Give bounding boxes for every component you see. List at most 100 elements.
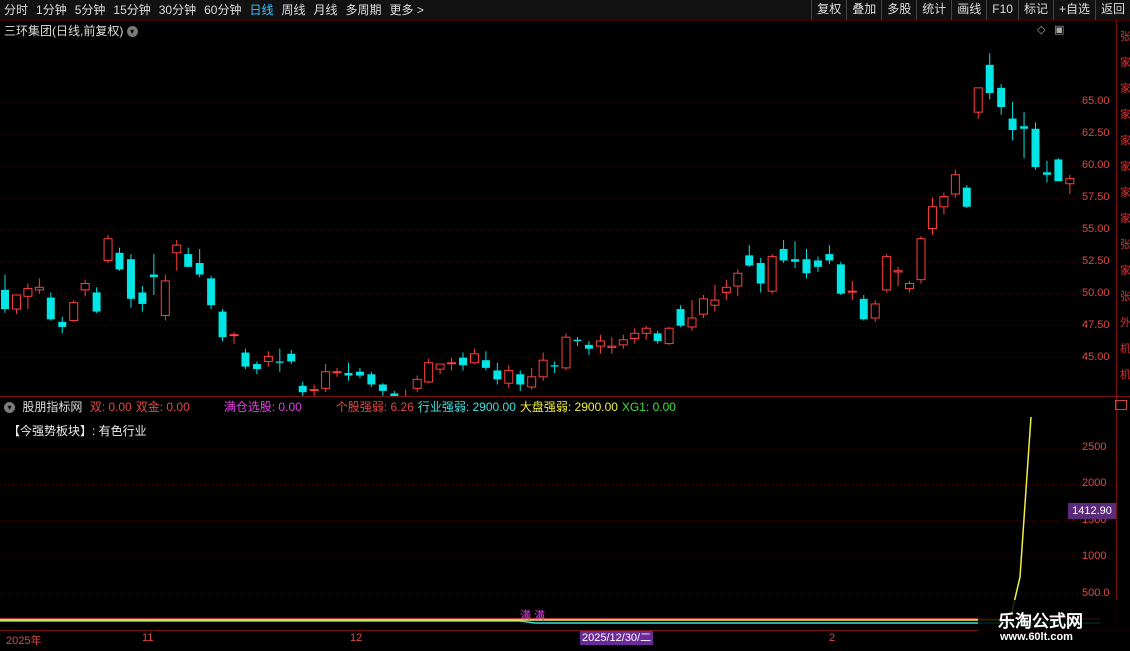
top-toolbar: 分时 1分钟 5分钟 15分钟 30分钟 60分钟 日线 周线 月线 多周期 更多 > 复权 叠加 多股… xyxy=(0,0,1130,21)
candle xyxy=(916,236,926,284)
candle xyxy=(344,362,353,381)
candle xyxy=(836,261,845,295)
period-tab-4[interactable]: 30分钟 xyxy=(155,0,200,20)
candle xyxy=(11,294,21,315)
period-tab-5[interactable]: 60分钟 xyxy=(200,0,245,20)
candle xyxy=(46,292,55,321)
tool-button-7[interactable]: +自选 xyxy=(1052,0,1095,20)
candle xyxy=(126,254,135,308)
watermark-url: www.60lt.com xyxy=(1000,631,1073,643)
tool-button-6[interactable]: 标记 xyxy=(1017,0,1053,20)
candle xyxy=(767,254,777,294)
period-tab-6[interactable]: 日线 xyxy=(245,0,277,20)
period-tab-9[interactable]: 多周期 xyxy=(342,0,386,20)
candle xyxy=(927,197,937,235)
edge-glyph: 机 xyxy=(1120,343,1130,355)
edge-glyph: 家 xyxy=(1120,83,1130,95)
candle xyxy=(58,316,67,334)
candle xyxy=(332,367,342,377)
candle xyxy=(745,245,754,267)
tool-button-0[interactable]: 复权 xyxy=(811,0,846,20)
indicator-axis-label: 2000 xyxy=(1082,477,1107,490)
period-tab-3[interactable]: 15分钟 xyxy=(109,0,154,20)
tool-button-8[interactable]: 返回 xyxy=(1094,0,1130,20)
candle xyxy=(779,240,788,264)
tool-button-3[interactable]: 统计 xyxy=(916,0,951,20)
candle xyxy=(504,365,514,389)
tool-button-2[interactable]: 多股 xyxy=(881,0,916,20)
candle xyxy=(595,334,605,354)
candle xyxy=(1042,160,1051,183)
period-tab-2[interactable]: 5分钟 xyxy=(71,0,110,20)
edge-glyph: 家 xyxy=(1120,109,1130,121)
edge-glyph: 张 xyxy=(1120,31,1130,43)
price-label: 52.50 xyxy=(1082,254,1110,267)
price-label: 62.50 xyxy=(1082,126,1110,139)
date-label-year: 2025年 xyxy=(6,635,42,647)
candle xyxy=(1,274,9,313)
edge-glyph: 家 xyxy=(1120,187,1130,199)
candle xyxy=(859,294,868,321)
stock-title: 三环集团(日线,前复权) xyxy=(4,24,124,38)
period-tab-10[interactable]: 更多 > xyxy=(386,0,428,20)
candle xyxy=(378,383,387,396)
candle xyxy=(321,364,331,393)
date-label-nov: 11 xyxy=(142,632,154,644)
candle xyxy=(607,337,617,354)
candle xyxy=(939,192,949,215)
candle xyxy=(160,274,170,321)
candle xyxy=(962,185,971,209)
candle xyxy=(263,351,273,367)
candle xyxy=(985,53,994,100)
edge-glyph: 张 xyxy=(1120,291,1130,303)
period-tab-7[interactable]: 周线 xyxy=(277,0,309,20)
price-label: 45.00 xyxy=(1082,350,1110,363)
current-value-tag: 1412.90 xyxy=(1068,503,1116,519)
window-icon[interactable]: ▣ xyxy=(1054,23,1064,36)
candle xyxy=(973,87,983,119)
candle xyxy=(882,254,892,293)
candle xyxy=(218,309,227,342)
candle xyxy=(424,358,434,384)
candle xyxy=(561,333,571,371)
candle xyxy=(698,294,708,319)
candle xyxy=(252,361,261,375)
period-tab-0[interactable]: 分时 xyxy=(0,0,32,20)
period-tab-1[interactable]: 1分钟 xyxy=(32,0,71,20)
title-dropdown-icon[interactable]: ▾ xyxy=(126,26,138,38)
candle xyxy=(355,367,364,379)
tool-button-4[interactable]: 画线 xyxy=(951,0,986,20)
candle xyxy=(516,370,525,391)
axis-divider xyxy=(1116,20,1117,630)
candle xyxy=(721,279,731,301)
edge-glyph: 家 xyxy=(1120,213,1130,225)
price-label: 55.00 xyxy=(1082,222,1110,235)
candlestick-chart[interactable] xyxy=(0,38,1082,396)
candle xyxy=(229,332,239,344)
candle xyxy=(493,362,502,385)
candle xyxy=(1020,112,1029,159)
period-tab-8[interactable]: 月线 xyxy=(310,0,342,20)
candle xyxy=(791,241,800,269)
price-label: 57.50 xyxy=(1082,190,1110,203)
diamond-icon[interactable]: ◇ xyxy=(1037,23,1045,36)
candle xyxy=(756,257,765,293)
candle xyxy=(802,248,811,279)
candle xyxy=(275,348,284,372)
indicator-chart[interactable]: 满 满 xyxy=(0,397,1116,630)
price-label: 50.00 xyxy=(1082,286,1110,299)
candle xyxy=(630,328,640,344)
candle xyxy=(34,278,44,294)
candle xyxy=(469,348,479,365)
candle xyxy=(447,357,457,371)
tool-button-1[interactable]: 叠加 xyxy=(846,0,881,20)
industry-strength-line xyxy=(0,620,1100,624)
candle xyxy=(115,247,124,271)
edge-glyph: 张 xyxy=(1120,239,1130,251)
candle xyxy=(1031,122,1040,170)
expand-box-icon[interactable] xyxy=(1115,400,1127,410)
candle xyxy=(813,256,822,272)
candle xyxy=(527,367,537,390)
candle xyxy=(584,341,593,356)
tool-button-5[interactable]: F10 xyxy=(986,0,1018,20)
